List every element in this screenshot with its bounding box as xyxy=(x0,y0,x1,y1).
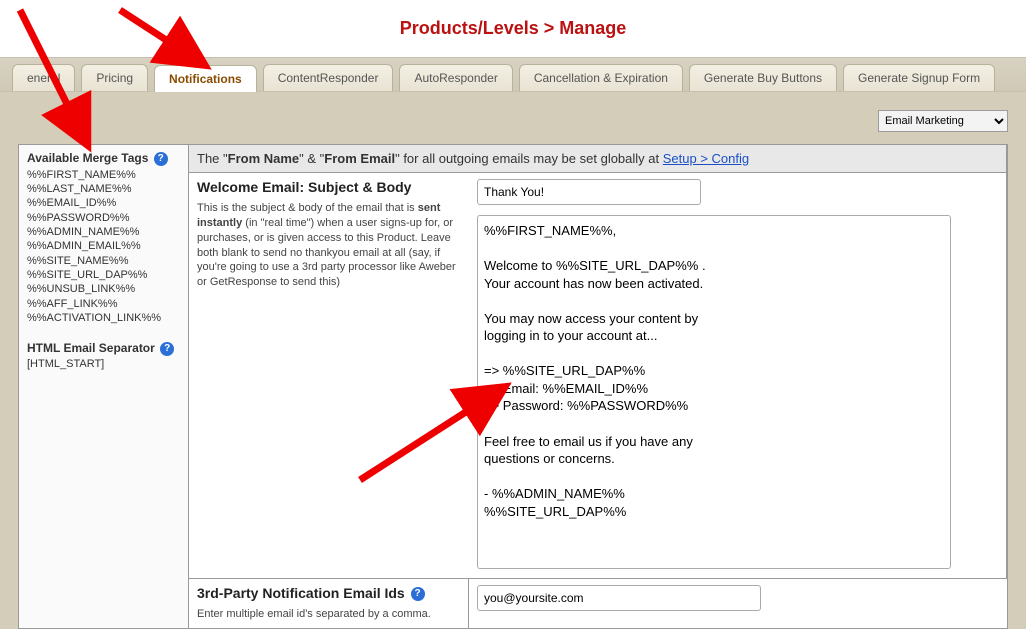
tabs-bar: eneralPricingNotificationsContentRespond… xyxy=(0,57,1026,92)
tab-notifications[interactable]: Notifications xyxy=(154,65,257,92)
help-icon[interactable]: ? xyxy=(154,152,168,166)
welcome-email-fields-cell xyxy=(469,173,1007,579)
category-dropdown[interactable]: Email Marketing xyxy=(878,110,1008,132)
merge-tag: %%SITE_NAME%% xyxy=(27,254,180,268)
merge-tag: %%PASSWORD%% xyxy=(27,211,180,225)
global-from-banner: The "From Name" & "From Email" for all o… xyxy=(189,145,1007,173)
thirdparty-desc: Enter multiple email id's separated by a… xyxy=(197,607,460,622)
thirdparty-email-input[interactable] xyxy=(477,585,761,611)
merge-tag: %%AFF_LINK%% xyxy=(27,297,180,311)
panel-body: Email Marketing Available Merge Tags ? %… xyxy=(0,92,1026,629)
merge-tag: %%ADMIN_NAME%% xyxy=(27,225,180,239)
toolbar: Email Marketing xyxy=(18,110,1008,132)
tab-contentresponder[interactable]: ContentResponder xyxy=(263,64,394,91)
thirdparty-title: 3rd-Party Notification Email Ids ? xyxy=(197,585,460,601)
merge-tags-heading: Available Merge Tags ? xyxy=(27,151,180,166)
welcome-email-desc: This is the subject & body of the email … xyxy=(197,201,461,290)
merge-tag: %%UNSUB_LINK%% xyxy=(27,282,180,296)
help-icon[interactable]: ? xyxy=(160,342,174,356)
setup-config-link[interactable]: Setup > Config xyxy=(663,151,749,166)
html-separator-value: [HTML_START] xyxy=(27,358,180,370)
html-separator-heading: HTML Email Separator ? xyxy=(27,341,180,356)
tab-generate-signup-form[interactable]: Generate Signup Form xyxy=(843,64,995,91)
merge-tag: %%SITE_URL_DAP%% xyxy=(27,268,180,282)
merge-tag: %%ADMIN_EMAIL%% xyxy=(27,239,180,253)
merge-tag: %%LAST_NAME%% xyxy=(27,182,180,196)
tab-generate-buy-buttons[interactable]: Generate Buy Buttons xyxy=(689,64,837,91)
page-title: Products/Levels > Manage xyxy=(0,18,1026,39)
welcome-email-title: Welcome Email: Subject & Body xyxy=(197,179,461,195)
welcome-body-textarea[interactable] xyxy=(477,215,951,569)
content-grid: Available Merge Tags ? %%FIRST_NAME%%%%L… xyxy=(18,144,1008,629)
help-icon[interactable]: ? xyxy=(411,587,425,601)
welcome-email-label-cell: Welcome Email: Subject & Body This is th… xyxy=(189,173,469,579)
sidebar: Available Merge Tags ? %%FIRST_NAME%%%%L… xyxy=(19,145,189,629)
merge-tag: %%ACTIVATION_LINK%% xyxy=(27,311,180,325)
tab-pricing[interactable]: Pricing xyxy=(81,64,148,91)
tab-eneral[interactable]: eneral xyxy=(12,64,75,91)
welcome-subject-input[interactable] xyxy=(477,179,701,205)
tab-autoresponder[interactable]: AutoResponder xyxy=(399,64,512,91)
thirdparty-label-cell: 3rd-Party Notification Email Ids ? Enter… xyxy=(189,579,469,629)
merge-tag: %%FIRST_NAME%% xyxy=(27,168,180,182)
thirdparty-fields-cell xyxy=(469,579,1007,629)
tab-cancellation-expiration[interactable]: Cancellation & Expiration xyxy=(519,64,683,91)
merge-tags-list: %%FIRST_NAME%%%%LAST_NAME%%%%EMAIL_ID%%%… xyxy=(27,168,180,325)
merge-tag: %%EMAIL_ID%% xyxy=(27,196,180,210)
